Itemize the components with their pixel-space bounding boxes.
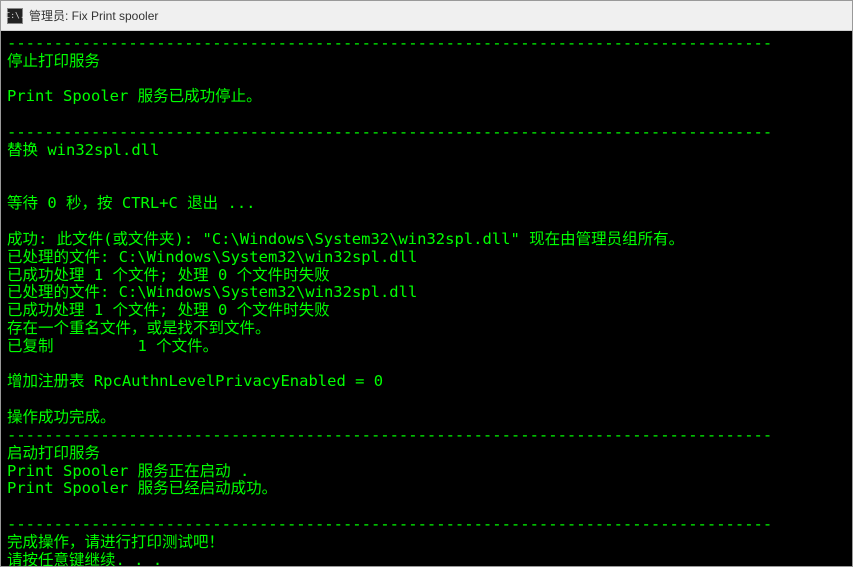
titlebar[interactable]: C:\. 管理员: Fix Print spooler (1, 1, 852, 31)
output-line: 已复制 1 个文件。 (7, 338, 846, 356)
output-line (7, 213, 846, 231)
separator-line: ----------------------------------------… (7, 427, 846, 445)
separator-line: ----------------------------------------… (7, 124, 846, 142)
output-line: 已处理的文件: C:\Windows\System32\win32spl.dll (7, 284, 846, 302)
output-line (7, 106, 846, 124)
terminal-output[interactable]: ----------------------------------------… (1, 31, 852, 566)
output-line: 已成功处理 1 个文件; 处理 0 个文件时失败 (7, 267, 846, 285)
output-line: 增加注册表 RpcAuthnLevelPrivacyEnabled = 0 (7, 373, 846, 391)
output-line: 已成功处理 1 个文件; 处理 0 个文件时失败 (7, 302, 846, 320)
output-line: Print Spooler 服务已经启动成功。 (7, 480, 846, 498)
window-title: 管理员: Fix Print spooler (29, 7, 158, 24)
output-line: 存在一个重名文件，或是找不到文件。 (7, 320, 846, 338)
output-line: 停止打印服务 (7, 53, 846, 71)
output-line (7, 178, 846, 196)
output-line: 启动打印服务 (7, 445, 846, 463)
output-line: 请按任意键继续. . . (7, 552, 846, 566)
output-line: 操作成功完成。 (7, 409, 846, 427)
output-line: 完成操作，请进行打印测试吧！ (7, 534, 846, 552)
output-line: Print Spooler 服务正在启动 . (7, 463, 846, 481)
cmd-icon: C:\. (7, 8, 23, 24)
cmd-window: C:\. 管理员: Fix Print spooler ------------… (0, 0, 853, 567)
output-line: Print Spooler 服务已成功停止。 (7, 88, 846, 106)
output-line: 已处理的文件: C:\Windows\System32\win32spl.dll (7, 249, 846, 267)
output-line (7, 356, 846, 374)
output-line (7, 71, 846, 89)
output-line: 替换 win32spl.dll (7, 142, 846, 160)
output-line (7, 391, 846, 409)
output-line: 成功: 此文件(或文件夹): "C:\Windows\System32\win3… (7, 231, 846, 249)
output-line (7, 498, 846, 516)
output-line: 等待 0 秒，按 CTRL+C 退出 ... (7, 195, 846, 213)
separator-line: ----------------------------------------… (7, 516, 846, 534)
output-line (7, 160, 846, 178)
separator-line: ----------------------------------------… (7, 35, 846, 53)
